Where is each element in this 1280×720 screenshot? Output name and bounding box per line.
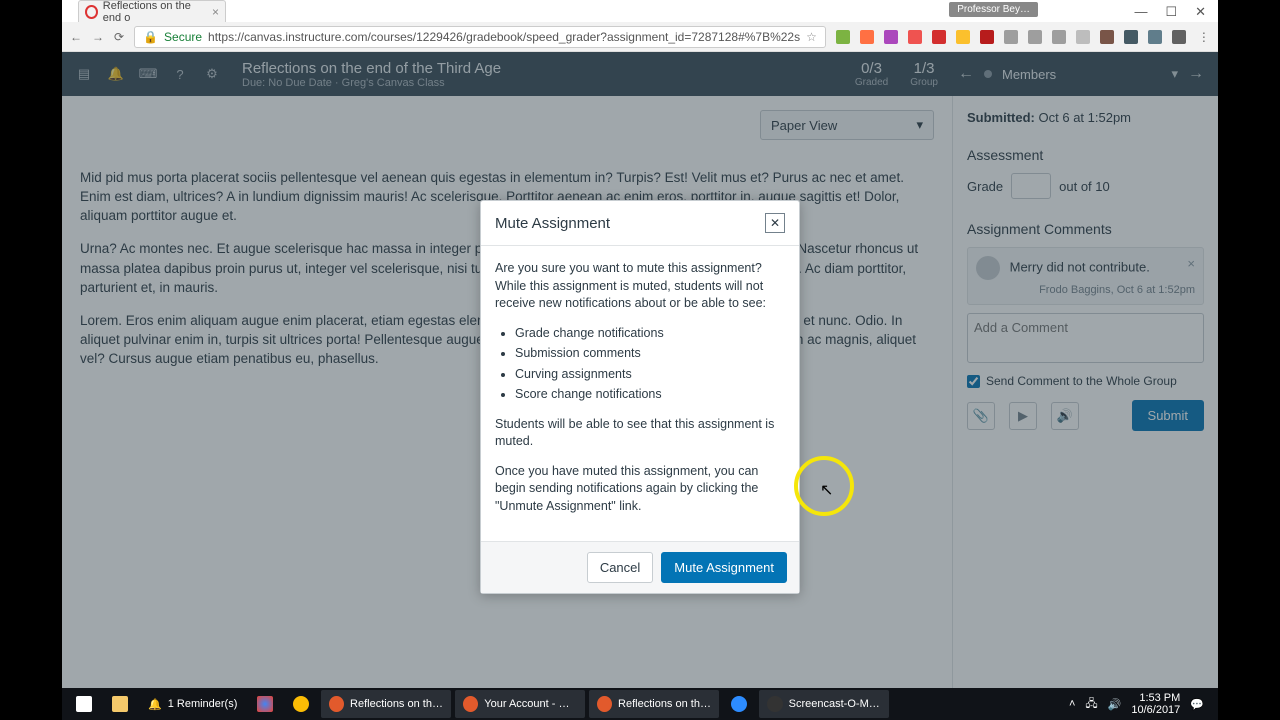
canvas-favicon-icon <box>85 5 98 19</box>
window-minimize-icon[interactable]: — <box>1134 4 1147 20</box>
modal-note: Once you have muted this assignment, you… <box>495 463 785 516</box>
gmail-icon[interactable] <box>932 30 946 44</box>
address-bar[interactable]: 🔒 Secure https://canvas.instructure.com/… <box>134 26 826 48</box>
modal-intro: Are you sure you want to mute this assig… <box>495 260 785 313</box>
window-maximize-icon[interactable]: ☐ <box>1165 4 1177 20</box>
url-text: https://canvas.instructure.com/courses/1… <box>208 30 800 44</box>
clock-time: 1:53 PM <box>1131 692 1180 704</box>
extension-icon[interactable] <box>1076 30 1090 44</box>
tray-chevron-icon[interactable]: ˄ <box>1069 698 1075 710</box>
reminder-label: 1 Reminder(s) <box>168 698 238 710</box>
extension-icon[interactable] <box>1148 30 1162 44</box>
extension-icon[interactable] <box>1028 30 1042 44</box>
modal-title: Mute Assignment <box>495 215 610 232</box>
tab-title: Reflections on the end o <box>103 0 207 24</box>
browser-toolbar: ← → ⟳ 🔒 Secure https://canvas.instructur… <box>62 22 1218 52</box>
extension-icon[interactable] <box>884 30 898 44</box>
modal-note: Students will be able to see that this a… <box>495 416 785 451</box>
drive-icon[interactable] <box>956 30 970 44</box>
extension-icon[interactable] <box>1052 30 1066 44</box>
windows-taskbar: 🔔 1 Reminder(s) Reflections on the … You… <box>62 688 1218 720</box>
tab-close-icon[interactable]: × <box>212 5 219 19</box>
browser-tabstrip: Reflections on the end o × Professor Bey… <box>62 0 1218 22</box>
window-close-icon[interactable]: ✕ <box>1195 4 1206 20</box>
taskbar-app[interactable]: Screencast-O-Matic <box>759 690 889 718</box>
extension-icon[interactable] <box>1172 30 1186 44</box>
chrome-menu-icon[interactable]: ⋮ <box>1196 30 1212 44</box>
secure-label: Secure <box>164 30 202 44</box>
modal-close-icon[interactable]: ✕ <box>765 213 785 233</box>
modal-list-item: Grade change notifications <box>515 325 785 343</box>
file-explorer-icon[interactable] <box>104 690 136 718</box>
clock-date: 10/6/2017 <box>1131 704 1180 716</box>
reminder-item[interactable]: 🔔 1 Reminder(s) <box>140 690 245 718</box>
mute-assignment-button[interactable]: Mute Assignment <box>661 552 787 583</box>
taskbar-app[interactable]: Reflections on the … <box>589 690 719 718</box>
cursor-arrow-icon: ↖ <box>820 480 833 500</box>
extension-icon[interactable] <box>836 30 850 44</box>
notification-center-icon[interactable]: 💬 <box>1190 698 1204 711</box>
chrome-canary-icon[interactable] <box>285 690 317 718</box>
extension-icon[interactable] <box>860 30 874 44</box>
taskbar-app[interactable]: Reflections on the … <box>321 690 451 718</box>
extension-icon[interactable] <box>908 30 922 44</box>
browser-tab[interactable]: Reflections on the end o × <box>78 0 226 22</box>
back-icon[interactable]: ← <box>70 30 82 44</box>
tray-volume-icon[interactable]: 🔊 <box>1108 698 1122 711</box>
taskbar-app[interactable]: Your Account - Go… <box>455 690 585 718</box>
modal-list-item: Score change notifications <box>515 386 785 404</box>
tray-network-icon[interactable]: 🖧 <box>1085 695 1097 714</box>
lock-icon: 🔒 <box>143 30 158 44</box>
chrome-profile-chip[interactable]: Professor Bey… <box>949 2 1038 17</box>
extension-icons: ⋮ <box>836 30 1212 44</box>
start-button[interactable] <box>68 690 100 718</box>
bookmark-star-icon[interactable]: ☆ <box>806 30 817 44</box>
mute-assignment-modal: Mute Assignment ✕ Are you sure you want … <box>480 200 800 594</box>
modal-list-item: Curving assignments <box>515 366 785 384</box>
pdf-icon[interactable] <box>980 30 994 44</box>
reload-icon[interactable]: ⟳ <box>114 30 124 44</box>
extension-icon[interactable] <box>1004 30 1018 44</box>
taskbar-clock[interactable]: 1:53 PM 10/6/2017 <box>1131 692 1180 716</box>
extension-icon[interactable] <box>1124 30 1138 44</box>
zoom-icon[interactable] <box>723 690 755 718</box>
chrome-icon[interactable] <box>249 690 281 718</box>
forward-icon[interactable]: → <box>92 30 104 44</box>
modal-list-item: Submission comments <box>515 345 785 363</box>
cancel-button[interactable]: Cancel <box>587 552 653 583</box>
extension-icon[interactable] <box>1100 30 1114 44</box>
